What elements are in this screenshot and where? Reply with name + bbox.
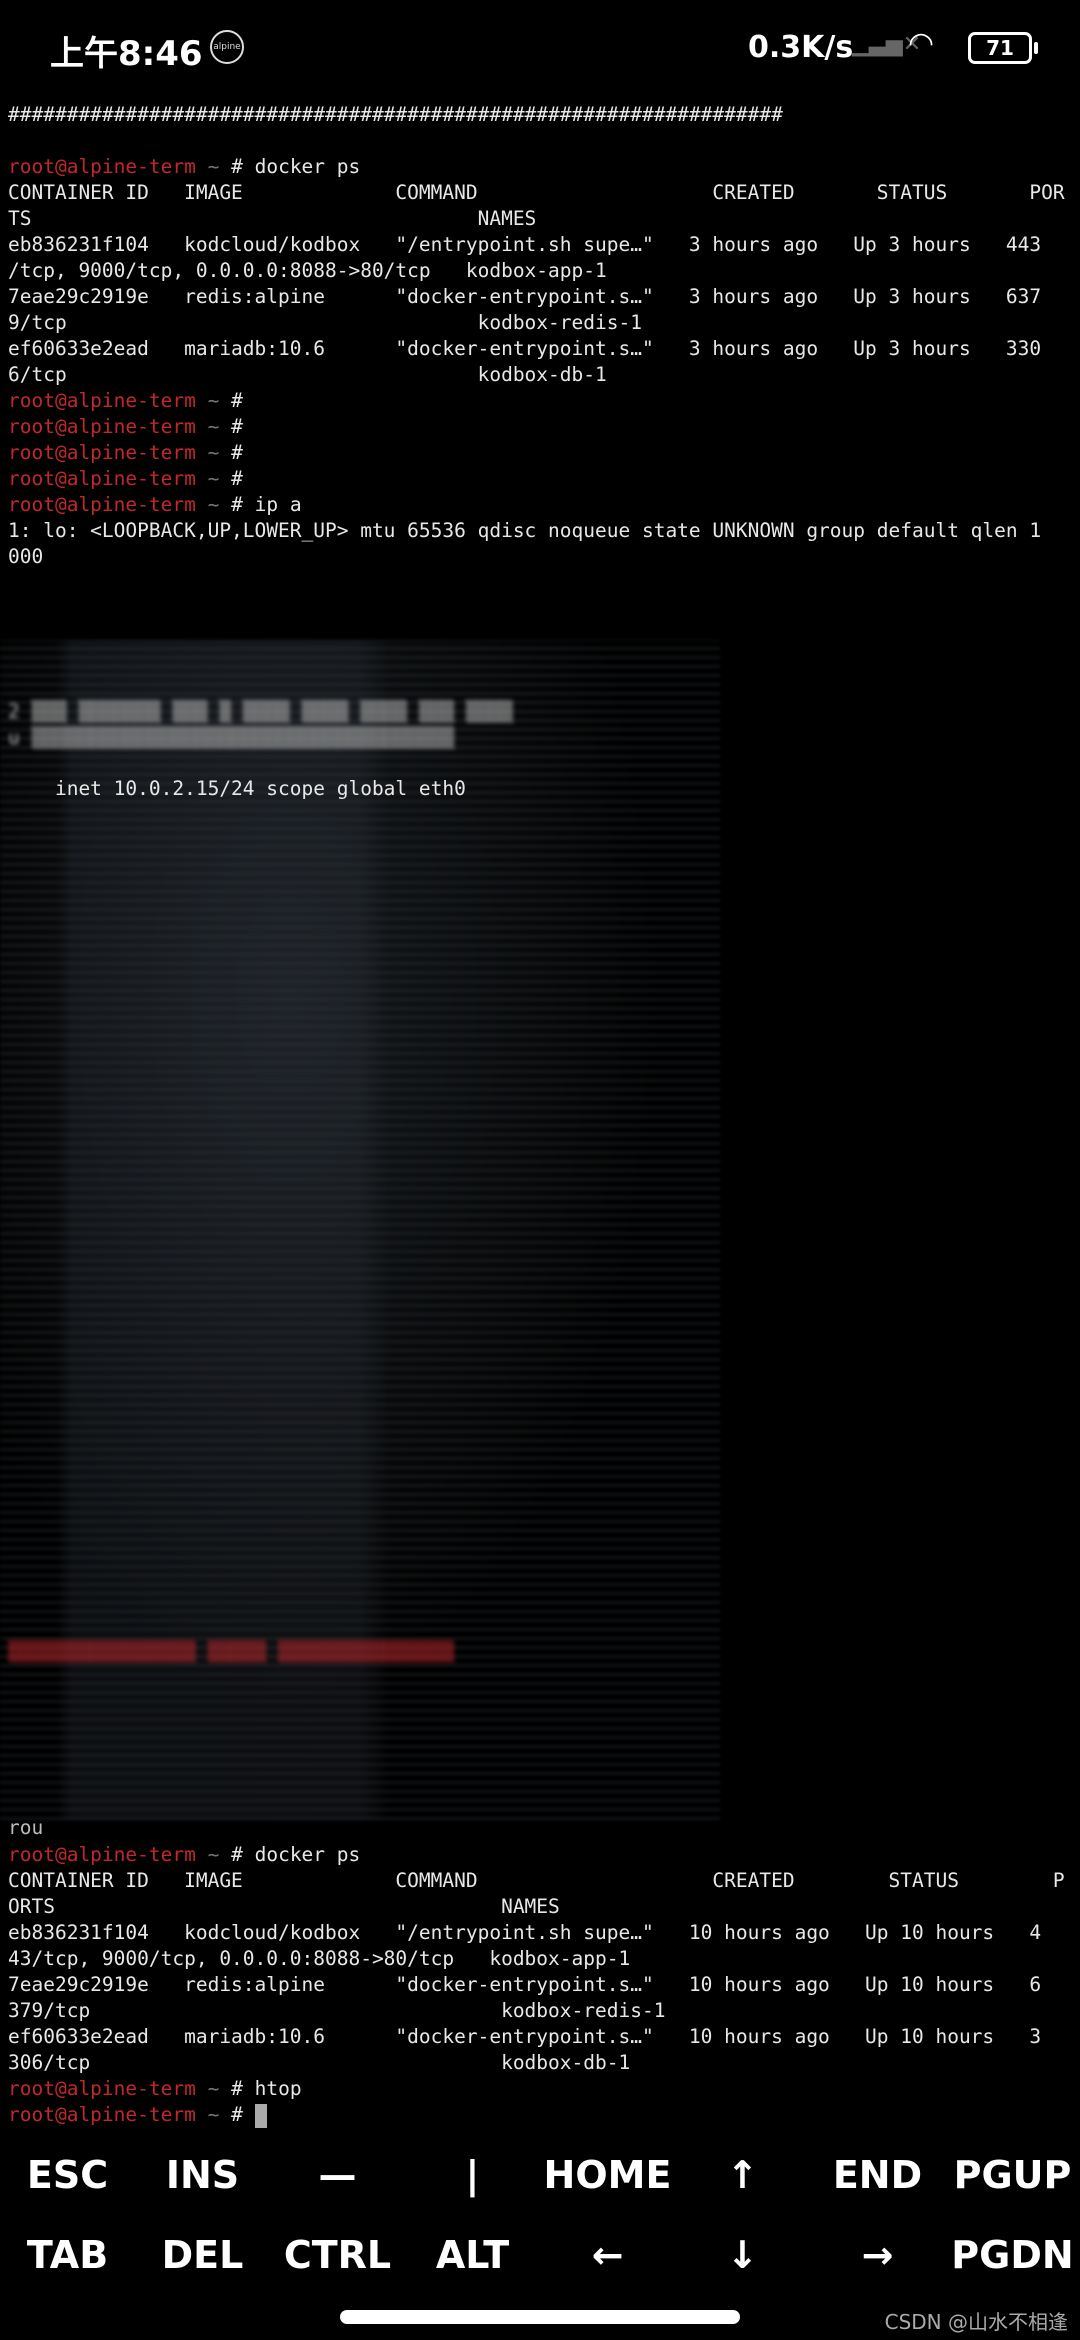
- prompt-symbol: #: [231, 1843, 243, 1866]
- prompt-symbol: #: [231, 467, 243, 490]
- prompt-user-host: root@alpine-term: [8, 155, 196, 178]
- prompt-user-host: root@alpine-term: [8, 467, 196, 490]
- output-line: ########################################…: [8, 103, 783, 126]
- output-line: 6/tcp kodbox-db-1: [8, 363, 607, 386]
- status-bar: 上午8:46 alpine 0.3K/s ▁▃▅✕ ◠ 71: [0, 0, 1080, 96]
- command-text: docker ps: [254, 1843, 361, 1866]
- command-text: ip a: [254, 493, 302, 516]
- alpine-app-icon: alpine: [210, 30, 244, 64]
- network-speed: 0.3K/s: [748, 30, 854, 65]
- output-line: /tcp, 9000/tcp, 0.0.0.0:8088->80/tcp kod…: [8, 259, 607, 282]
- extra-key-ctrl[interactable]: CTRL: [270, 2233, 405, 2277]
- output-line: ORTS NAMES: [8, 1895, 560, 1918]
- output-line: ef60633e2ead mariadb:10.6 "docker-entryp…: [8, 2025, 1042, 2048]
- garbled-fragment: rou: [8, 1816, 44, 1839]
- prompt-line: root@alpine-term ~ #: [8, 388, 1072, 414]
- prompt-cwd: ~: [207, 441, 220, 464]
- prompt-line: root@alpine-term ~ # docker ps: [8, 154, 1072, 180]
- extra-key-pgup[interactable]: PGUP: [945, 2153, 1080, 2197]
- extra-key-end[interactable]: END: [810, 2153, 945, 2197]
- command-text: htop: [254, 2077, 302, 2100]
- prompt-user-host: root@alpine-term: [8, 389, 196, 412]
- prompt-symbol: #: [231, 2103, 243, 2126]
- extra-key-down[interactable]: ↓: [675, 2233, 810, 2277]
- prompt-user-host: root@alpine-term: [8, 441, 196, 464]
- output-line: ef60633e2ead mariadb:10.6 "docker-entryp…: [8, 337, 1042, 360]
- prompt-cwd: ~: [207, 2103, 220, 2126]
- prompt-cwd: ~: [207, 155, 220, 178]
- output-line: 000: [8, 545, 44, 568]
- text-cursor[interactable]: [254, 2103, 267, 2128]
- clock: 上午8:46: [50, 34, 203, 74]
- output-line: eb836231f104 kodcloud/kodbox "/entrypoin…: [8, 233, 1042, 256]
- extra-key-del[interactable]: DEL: [135, 2233, 270, 2277]
- watermark: CSDN @山水不相逢: [884, 2310, 1068, 2334]
- prompt-symbol: #: [231, 2077, 243, 2100]
- garbled-line: u ▒▒▒▒▒▒▒▒▒▒▒▒▒▒▒▒▒▒▒▒▒▒▒▒▒▒▒▒▒▒▒▒▒▒▒▒: [8, 726, 455, 749]
- extra-key-alt[interactable]: ALT: [405, 2233, 540, 2277]
- extra-key-home[interactable]: HOME: [540, 2153, 675, 2197]
- extra-key-right[interactable]: →: [810, 2233, 945, 2277]
- command-text: docker ps: [254, 155, 361, 178]
- prompt-cwd: ~: [207, 2077, 220, 2100]
- output-line: eb836231f104 kodcloud/kodbox "/entrypoin…: [8, 1921, 1042, 1944]
- extra-key-pipe[interactable]: |: [405, 2153, 540, 2197]
- prompt-user-host: root@alpine-term: [8, 2103, 196, 2126]
- prompt-line: root@alpine-term ~ #: [8, 2102, 1072, 2128]
- garbled-line: 2 ▒▒▒ ▒▒▒▒▒▒▒ ▒▒▒ ▒ ▒▒▒▒ ▒▒▒▒ ▒▒▒▒ ▒▒▒ ▒…: [8, 700, 513, 723]
- output-line: 1: lo: <LOOPBACK,UP,LOWER_UP> mtu 65536 …: [8, 519, 1042, 542]
- extra-key-tab[interactable]: TAB: [0, 2233, 135, 2277]
- output-line: 43/tcp, 9000/tcp, 0.0.0.0:8088->80/tcp k…: [8, 1947, 631, 1970]
- terminal-output-bottom[interactable]: root@alpine-term ~ # docker ps CONTAINER …: [8, 1842, 1072, 2128]
- garbled-line: ▒▒▒▒▒▒▒▒▒▒▒▒▒▒▒▒ ▒▒▒▒▒ ▒▒▒▒▒▒▒▒▒▒▒▒▒▒▒: [8, 1640, 455, 1663]
- extra-key-ins[interactable]: INS: [135, 2153, 270, 2197]
- output-line: 9/tcp kodbox-redis-1: [8, 311, 642, 334]
- extra-key-left[interactable]: ←: [540, 2233, 675, 2277]
- output-line: CONTAINER ID IMAGE COMMAND CREATED STATU…: [8, 1869, 1065, 1892]
- prompt-user-host: root@alpine-term: [8, 2077, 196, 2100]
- prompt-cwd: ~: [207, 415, 220, 438]
- extra-key-dash[interactable]: —: [270, 2153, 405, 2197]
- prompt-line: root@alpine-term ~ # ip a: [8, 492, 1072, 518]
- prompt-symbol: #: [231, 441, 243, 464]
- prompt-user-host: root@alpine-term: [8, 493, 196, 516]
- terminal-output-top[interactable]: ########################################…: [8, 102, 1072, 570]
- prompt-cwd: ~: [207, 1843, 220, 1866]
- output-line: 306/tcp kodbox-db-1: [8, 2051, 631, 2074]
- extra-keys-row-1: ESC INS — | HOME ↑ END PGUP: [0, 2135, 1080, 2215]
- extra-key-esc[interactable]: ESC: [0, 2153, 135, 2197]
- prompt-line: root@alpine-term ~ # docker ps: [8, 1842, 1072, 1868]
- extra-key-up[interactable]: ↑: [675, 2153, 810, 2197]
- prompt-cwd: ~: [207, 467, 220, 490]
- home-indicator[interactable]: [340, 2310, 740, 2324]
- prompt-symbol: #: [231, 415, 243, 438]
- battery-indicator: 71: [968, 32, 1038, 64]
- prompt-line: root@alpine-term ~ #: [8, 440, 1072, 466]
- extra-keys-bar: ESC INS — | HOME ↑ END PGUP TAB DEL CTRL ALT ← ↓ → PGD…: [0, 2135, 1080, 2295]
- output-line: 7eae29c2919e redis:alpine "docker-entryp…: [8, 285, 1042, 308]
- prompt-symbol: #: [231, 493, 243, 516]
- extra-keys-row-2: TAB DEL CTRL ALT ← ↓ → PGDN: [0, 2215, 1080, 2295]
- prompt-line: root@alpine-term ~ # htop: [8, 2076, 1072, 2102]
- prompt-cwd: ~: [207, 389, 220, 412]
- output-line: CONTAINER ID IMAGE COMMAND CREATED STATU…: [8, 181, 1065, 204]
- output-line: 379/tcp kodbox-redis-1: [8, 1999, 666, 2022]
- prompt-symbol: #: [231, 155, 243, 178]
- prompt-cwd: ~: [207, 493, 220, 516]
- prompt-user-host: root@alpine-term: [8, 1843, 196, 1866]
- prompt-line: root@alpine-term ~ #: [8, 414, 1072, 440]
- inet-line: inet 10.0.2.15/24 scope global eth0: [8, 777, 466, 800]
- extra-key-pgdn[interactable]: PGDN: [945, 2233, 1080, 2277]
- prompt-user-host: root@alpine-term: [8, 415, 196, 438]
- prompt-symbol: #: [231, 389, 243, 412]
- output-line: 7eae29c2919e redis:alpine "docker-entryp…: [8, 1973, 1042, 1996]
- prompt-line: root@alpine-term ~ #: [8, 466, 1072, 492]
- wifi-icon: ◠: [908, 26, 935, 61]
- output-line: TS NAMES: [8, 207, 537, 230]
